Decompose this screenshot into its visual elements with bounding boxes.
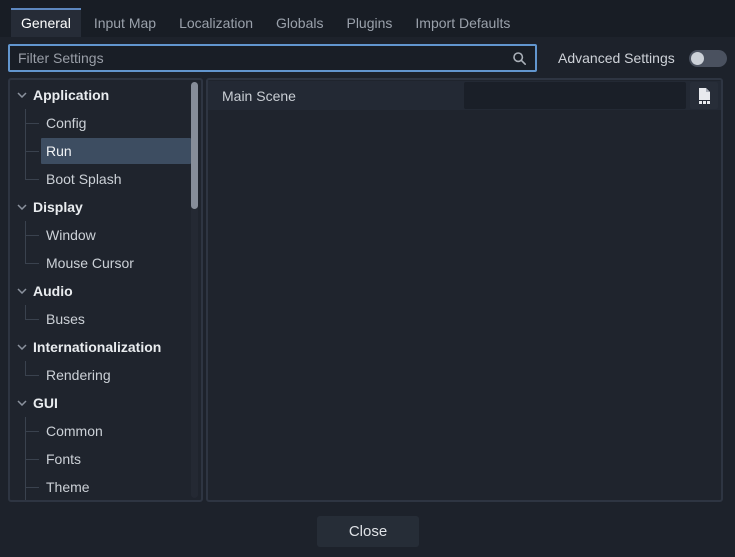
tab-plugins[interactable]: Plugins — [336, 8, 402, 37]
tree-line — [25, 249, 26, 263]
tree-line — [25, 361, 26, 375]
toolbar: Advanced Settings — [8, 44, 727, 72]
tree-item-window[interactable]: Window — [10, 221, 201, 249]
tree-item-label: Fonts — [46, 451, 81, 467]
tree-section-internationalization[interactable]: Internationalization — [10, 333, 201, 361]
chevron-down-icon — [17, 288, 27, 294]
load-file-icon — [697, 88, 712, 104]
filter-settings-input[interactable] — [18, 50, 506, 66]
tab-localization[interactable]: Localization — [169, 8, 263, 37]
toggle-knob — [691, 52, 704, 65]
tree-item-buses[interactable]: Buses — [10, 305, 201, 333]
tree-section-label: Application — [33, 87, 109, 103]
tab-bar: General Input Map Localization Globals P… — [0, 0, 735, 37]
advanced-settings-label: Advanced Settings — [558, 50, 675, 66]
tree-item-label: Common — [46, 423, 103, 439]
tree-item-boot-splash[interactable]: Boot Splash — [10, 165, 201, 193]
tree-section-display[interactable]: Display — [10, 193, 201, 221]
tab-globals[interactable]: Globals — [266, 8, 333, 37]
settings-tree-panel: Application Config Run Boot Splash Displ… — [8, 78, 203, 502]
tree-item-label: Buses — [46, 311, 85, 327]
filter-settings-box[interactable] — [8, 44, 537, 72]
tree-item-config[interactable]: Config — [10, 109, 201, 137]
tree-section-audio[interactable]: Audio — [10, 277, 201, 305]
tree-section-gui[interactable]: GUI — [10, 389, 201, 417]
tree-item-run[interactable]: Run — [10, 137, 201, 165]
tree-scrollbar-thumb[interactable] — [191, 82, 198, 209]
tree-item-rendering[interactable]: Rendering — [10, 361, 201, 389]
tree-item-fonts[interactable]: Fonts — [10, 445, 201, 473]
tree-item-common[interactable]: Common — [10, 417, 201, 445]
tree-line — [25, 319, 39, 320]
tree-item-label: Rendering — [46, 367, 111, 383]
settings-tree: Application Config Run Boot Splash Displ… — [10, 80, 201, 501]
tab-import-defaults[interactable]: Import Defaults — [405, 8, 520, 37]
property-row-main-scene: Main Scene — [208, 81, 721, 110]
tree-line — [25, 263, 39, 264]
chevron-down-icon — [17, 204, 27, 210]
settings-properties-panel: Main Scene — [206, 78, 723, 502]
tab-general[interactable]: General — [11, 8, 81, 37]
tree-section-application[interactable]: Application — [10, 81, 201, 109]
close-button[interactable]: Close — [317, 516, 419, 547]
tree-item-label: Run — [46, 143, 72, 159]
tree-item-label: Theme — [46, 479, 90, 495]
tree-section-label: Internationalization — [33, 339, 161, 355]
tree-section-label: Display — [33, 199, 83, 215]
tree-line — [25, 459, 39, 460]
tree-line — [25, 375, 39, 376]
tree-line — [25, 123, 39, 124]
tree-item-label: Config — [46, 115, 86, 131]
chevron-down-icon — [17, 400, 27, 406]
tree-item-label: Boot Splash — [46, 171, 122, 187]
tree-line — [25, 305, 26, 319]
chevron-down-icon — [17, 92, 27, 98]
search-icon — [512, 51, 527, 66]
tree-line — [25, 235, 39, 236]
chevron-down-icon — [17, 344, 27, 350]
tree-item-theme[interactable]: Theme — [10, 473, 201, 501]
tree-line — [25, 151, 39, 152]
advanced-settings-toggle[interactable] — [689, 50, 727, 67]
tree-item-mouse-cursor[interactable]: Mouse Cursor — [10, 249, 201, 277]
main-scene-label: Main Scene — [222, 88, 296, 104]
tree-item-label: Window — [46, 227, 96, 243]
tab-input-map[interactable]: Input Map — [84, 8, 166, 37]
tree-section-label: GUI — [33, 395, 58, 411]
load-file-button[interactable] — [690, 82, 718, 109]
main-scene-input[interactable] — [464, 82, 686, 109]
tree-line — [25, 165, 26, 179]
tree-item-label: Mouse Cursor — [46, 255, 134, 271]
tree-line — [25, 487, 39, 488]
tree-section-label: Audio — [33, 283, 73, 299]
tree-line — [25, 179, 39, 180]
tree-line — [25, 431, 39, 432]
